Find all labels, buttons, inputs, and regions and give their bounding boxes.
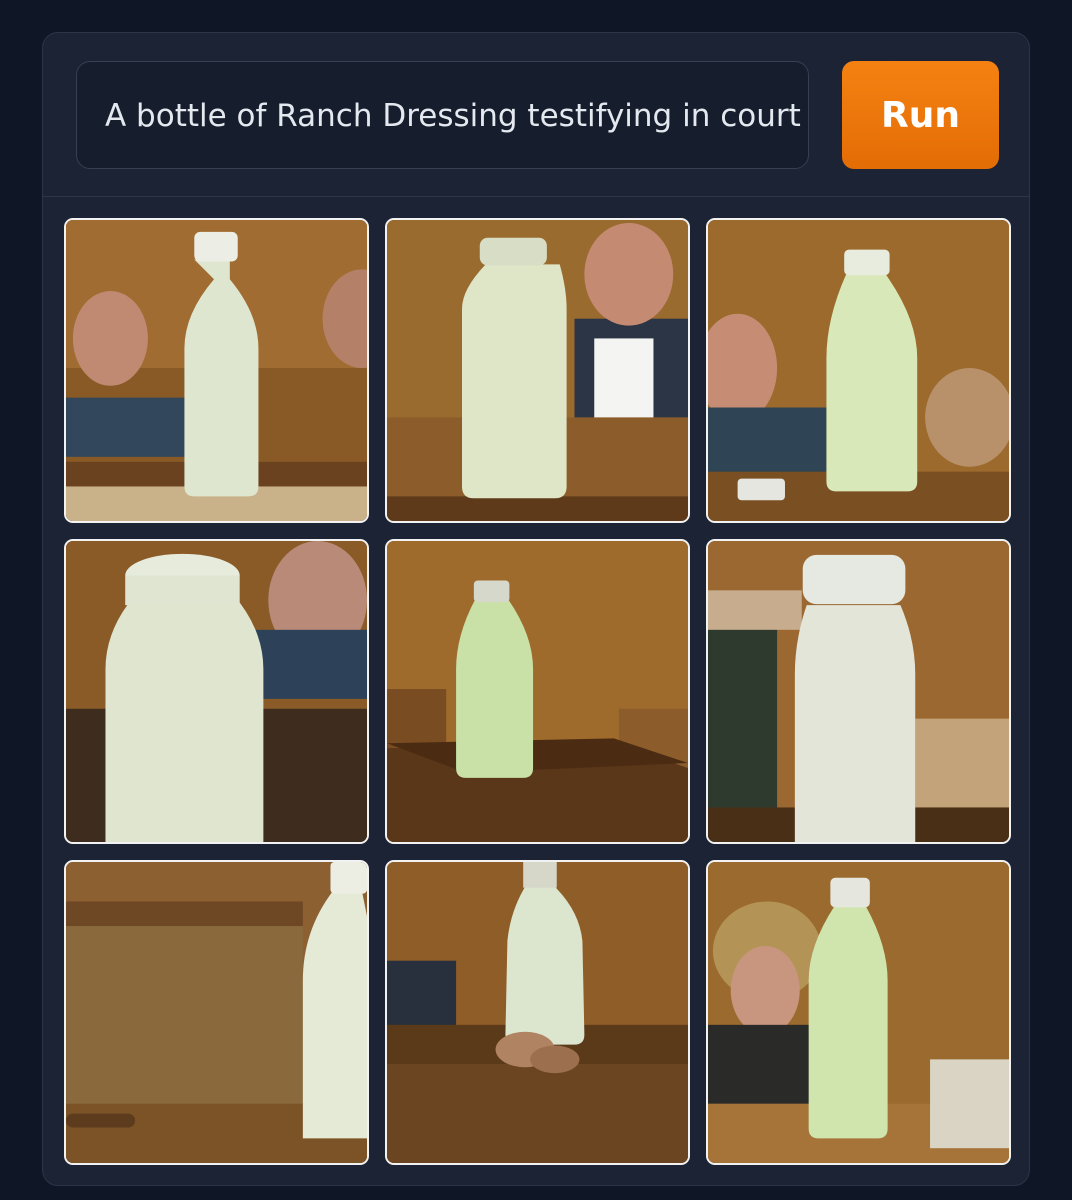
result-image-5[interactable]	[385, 539, 690, 844]
ranch-bottle-court-image	[66, 541, 367, 842]
result-image-2[interactable]	[385, 218, 690, 523]
result-image-4[interactable]	[64, 539, 369, 844]
ranch-bottle-court-image	[387, 220, 688, 521]
ranch-bottle-court-image	[708, 541, 1009, 842]
result-image-8[interactable]	[385, 860, 690, 1165]
run-button[interactable]: Run	[842, 61, 999, 169]
result-image-9[interactable]	[706, 860, 1011, 1165]
ranch-bottle-court-image	[708, 220, 1009, 521]
ranch-bottle-court-image	[387, 541, 688, 842]
result-image-7[interactable]	[64, 860, 369, 1165]
ranch-bottle-court-image	[387, 862, 688, 1163]
generator-panel: A bottle of Ranch Dressing testifying in…	[42, 32, 1030, 1186]
prompt-input[interactable]: A bottle of Ranch Dressing testifying in…	[76, 61, 809, 169]
result-image-1[interactable]	[64, 218, 369, 523]
prompt-toolbar: A bottle of Ranch Dressing testifying in…	[43, 33, 1029, 197]
result-image-6[interactable]	[706, 539, 1011, 844]
ranch-bottle-court-image	[66, 862, 367, 1163]
ranch-bottle-court-image	[66, 220, 367, 521]
ranch-bottle-court-image	[708, 862, 1009, 1163]
result-image-3[interactable]	[706, 218, 1011, 523]
